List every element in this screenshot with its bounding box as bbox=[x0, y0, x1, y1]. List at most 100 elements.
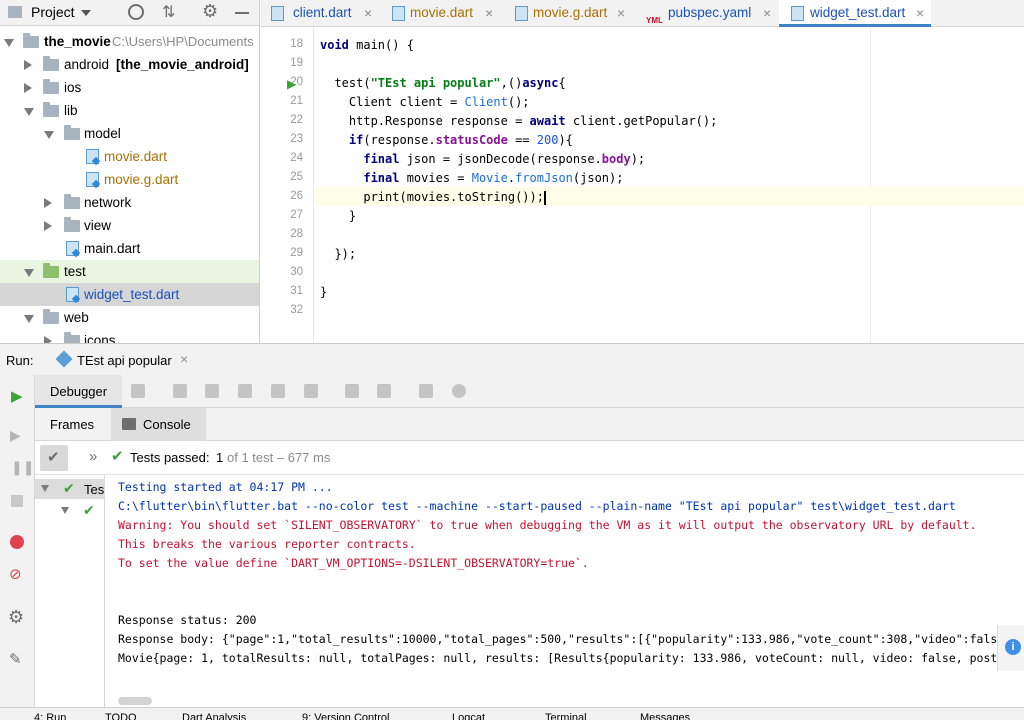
tool-window-version-control[interactable]: 9: Version Control bbox=[302, 712, 389, 720]
run-to-cursor-icon[interactable] bbox=[304, 384, 318, 398]
test-tree-root[interactable]: ✔ Tes bbox=[35, 479, 105, 499]
show-execution-point-icon[interactable] bbox=[131, 384, 145, 398]
run-label: Run: bbox=[6, 353, 34, 368]
code-line: test("TEst api popular",()async{ bbox=[320, 76, 566, 90]
chevron-down-icon[interactable] bbox=[24, 315, 34, 323]
tool-window-todo[interactable]: TODO bbox=[105, 712, 137, 720]
chevron-down-icon[interactable] bbox=[24, 269, 34, 277]
step-out-icon[interactable] bbox=[271, 384, 285, 398]
close-icon[interactable]: × bbox=[763, 0, 771, 26]
chevron-right-icon[interactable] bbox=[24, 83, 32, 93]
tree-item-movie-g-dart[interactable]: movie.g.dart bbox=[0, 168, 259, 191]
step-over-icon[interactable] bbox=[173, 384, 187, 398]
tree-item-lib[interactable]: lib bbox=[0, 99, 259, 122]
line-number: 21 bbox=[290, 95, 303, 107]
project-view-title[interactable]: Project bbox=[31, 4, 75, 20]
close-icon[interactable]: × bbox=[364, 0, 372, 26]
tab-client-dart[interactable]: client.dart × bbox=[261, 0, 380, 27]
tab-pubspec-yaml[interactable]: YML pubspec.yaml × bbox=[635, 0, 781, 27]
chevron-down-icon[interactable] bbox=[41, 485, 49, 492]
tab-widget-test-dart[interactable]: widget_test.dart × bbox=[779, 0, 931, 27]
tree-item-network[interactable]: network bbox=[0, 191, 259, 214]
chevron-right-icon[interactable] bbox=[44, 198, 52, 208]
tree-item-label: test bbox=[64, 264, 86, 279]
console-output[interactable]: Testing started at 04:17 PM ... C:\flutt… bbox=[105, 475, 1024, 707]
step-into-icon[interactable] bbox=[205, 384, 219, 398]
code-line: final movies = Movie.fromJson(json); bbox=[363, 171, 624, 185]
hide-panel-icon[interactable] bbox=[235, 12, 249, 14]
tree-item-widget-test-dart[interactable]: widget_test.dart bbox=[0, 283, 259, 306]
tool-window-terminal[interactable]: Terminal bbox=[545, 712, 587, 720]
expand-toolbar-icon[interactable]: » bbox=[89, 448, 97, 465]
close-icon[interactable]: × bbox=[180, 351, 188, 367]
evaluate-expression-icon[interactable] bbox=[345, 384, 359, 398]
chevron-down-icon[interactable] bbox=[61, 507, 69, 514]
tree-item-main-dart[interactable]: main.dart bbox=[0, 237, 259, 260]
line-number: 28 bbox=[290, 228, 303, 240]
tab-label: pubspec.yaml bbox=[668, 5, 752, 20]
dart-file-icon bbox=[66, 241, 79, 256]
pause-icon[interactable]: ❚❚ bbox=[11, 459, 34, 476]
tree-item-movie-dart[interactable]: movie.dart bbox=[0, 145, 259, 168]
tab-console[interactable]: Console bbox=[111, 408, 206, 441]
chevron-down-icon[interactable] bbox=[81, 10, 91, 16]
stop-icon[interactable] bbox=[11, 495, 23, 507]
tree-item-test[interactable]: test bbox=[0, 260, 259, 283]
tool-window-messages[interactable]: Messages bbox=[640, 712, 690, 720]
run-left-toolbar: ▶ ▶ ❚❚ ⊘ ⚙ ✎ bbox=[0, 375, 35, 720]
more-icon[interactable] bbox=[452, 384, 466, 398]
trace-icon[interactable] bbox=[377, 384, 391, 398]
tree-item-ios[interactable]: ios bbox=[0, 76, 259, 99]
code-line: http.Response response = await client.ge… bbox=[320, 114, 718, 128]
flutter-test-icon bbox=[55, 350, 73, 368]
close-icon[interactable]: × bbox=[916, 0, 924, 26]
test-tree-child[interactable]: ✔ bbox=[35, 501, 105, 521]
chevron-right-icon[interactable] bbox=[24, 60, 32, 70]
info-badge[interactable]: i bbox=[997, 625, 1024, 671]
console-line: C:\flutter\bin\flutter.bat --no-color te… bbox=[118, 499, 956, 513]
chevron-down-icon[interactable] bbox=[24, 108, 34, 116]
tree-item-label: movie.dart bbox=[104, 149, 168, 164]
tool-window-logcat[interactable]: Logcat bbox=[452, 712, 485, 720]
restore-layout-icon[interactable] bbox=[419, 384, 433, 398]
chevron-right-icon[interactable] bbox=[44, 221, 52, 231]
run-panel-header: Run: TEst api popular × bbox=[0, 343, 1024, 375]
passed-icon: ✔ bbox=[111, 448, 124, 465]
line-number: 24 bbox=[290, 152, 303, 164]
breakpoints-icon[interactable] bbox=[10, 535, 24, 549]
tree-item-android[interactable]: android [the_movie_android] bbox=[0, 53, 259, 76]
run-tab-label[interactable]: TEst api popular bbox=[77, 353, 172, 368]
locate-icon[interactable] bbox=[128, 4, 144, 20]
tree-item-web[interactable]: web bbox=[0, 306, 259, 329]
tab-debugger[interactable]: Debugger bbox=[35, 375, 122, 408]
chevron-down-icon[interactable] bbox=[44, 131, 54, 139]
test-folder-icon bbox=[43, 263, 59, 278]
tool-window-dart-analysis[interactable]: Dart Analysis bbox=[182, 712, 246, 720]
chevron-down-icon[interactable] bbox=[4, 39, 14, 47]
force-step-into-icon[interactable] bbox=[238, 384, 252, 398]
project-path: C:\Users\HP\Documents bbox=[112, 34, 254, 49]
gear-icon[interactable]: ⚙ bbox=[8, 607, 24, 628]
resume-icon[interactable]: ▶ bbox=[10, 427, 21, 444]
rerun-icon[interactable]: ▶ bbox=[11, 387, 23, 405]
run-test-gutter-icon[interactable]: ▶ bbox=[287, 77, 296, 91]
tree-item-model[interactable]: model bbox=[0, 122, 259, 145]
chevron-right-icon[interactable] bbox=[44, 336, 52, 343]
console-line: Response body: {"page":1,"total_results"… bbox=[118, 632, 1005, 646]
tool-window-run[interactable]: 4: Run bbox=[34, 712, 66, 720]
horizontal-scrollbar[interactable] bbox=[118, 697, 152, 705]
tree-item-icons[interactable]: icons bbox=[0, 329, 259, 343]
mute-breakpoints-icon[interactable]: ⊘ bbox=[9, 565, 22, 583]
tab-label: widget_test.dart bbox=[810, 5, 906, 20]
tab-movie-g-dart[interactable]: movie.g.dart × bbox=[503, 0, 633, 27]
tab-frames[interactable]: Frames bbox=[50, 417, 94, 432]
tree-item-the-movie[interactable]: the_movie C:\Users\HP\Documents bbox=[0, 30, 259, 53]
checkmark-icon: ✔ bbox=[47, 449, 60, 466]
gear-icon[interactable]: ⚙ bbox=[202, 1, 218, 22]
tree-item-view[interactable]: view bbox=[0, 214, 259, 237]
close-icon[interactable]: × bbox=[485, 0, 493, 26]
close-icon[interactable]: × bbox=[617, 0, 625, 26]
pin-icon[interactable]: ✎ bbox=[9, 650, 22, 668]
tab-movie-dart[interactable]: movie.dart × bbox=[382, 0, 501, 27]
collapse-all-icon[interactable]: ⇅ bbox=[162, 2, 175, 22]
